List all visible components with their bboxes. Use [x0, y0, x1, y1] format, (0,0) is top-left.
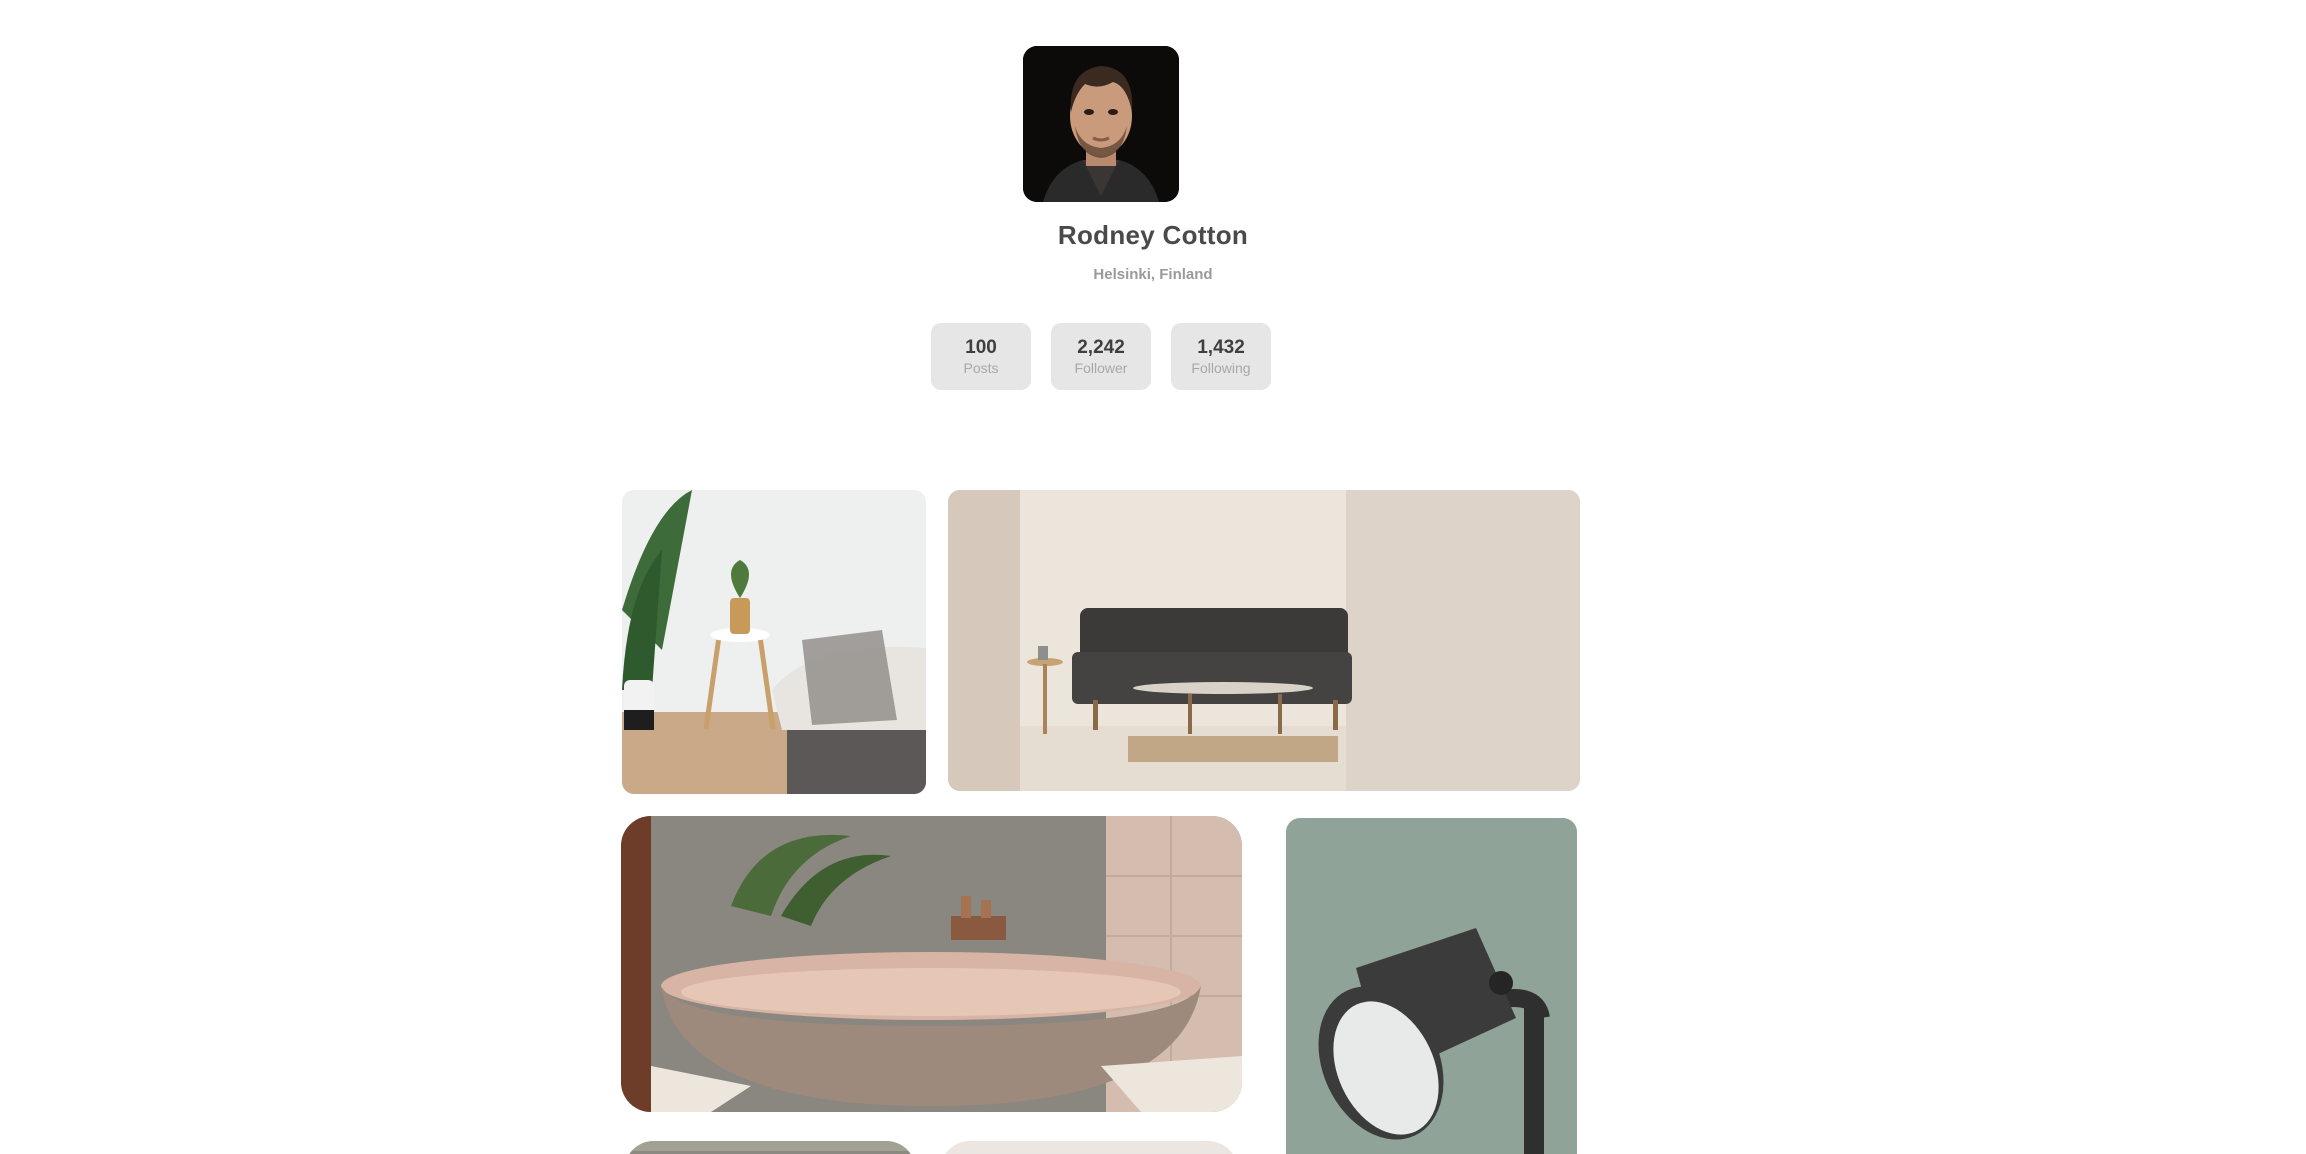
- portrait-photo-icon: [1023, 46, 1179, 202]
- bedroom-plant-photo-icon: [622, 490, 926, 794]
- stat-value: 2,242: [1077, 336, 1125, 358]
- profile-location: Helsinki, Finland: [1093, 266, 1213, 283]
- gallery-photo-interior[interactable]: [624, 1141, 916, 1154]
- stat-posts[interactable]: 100 Posts: [931, 323, 1031, 390]
- stat-label: Following: [1191, 359, 1251, 376]
- interior-photo-icon: [624, 1141, 916, 1154]
- gallery-photo-living-room[interactable]: [948, 490, 1580, 791]
- gallery-photo-lamp[interactable]: [1286, 818, 1577, 1154]
- stat-value: 1,432: [1197, 336, 1245, 358]
- stat-value: 100: [965, 336, 997, 358]
- living-room-sofa-photo-icon: [948, 490, 1580, 791]
- stat-following[interactable]: 1,432 Following: [1171, 323, 1271, 390]
- gallery-photo-interior[interactable]: [940, 1141, 1238, 1154]
- profile-stats: 100 Posts 2,242 Follower 1,432 Following: [931, 323, 1271, 390]
- gallery-photo-bedroom[interactable]: [622, 490, 926, 794]
- profile-name: Rodney Cotton: [1057, 220, 1249, 250]
- stat-label: Posts: [963, 359, 999, 376]
- avatar[interactable]: [1023, 46, 1179, 202]
- stat-label: Follower: [1074, 359, 1128, 376]
- interior-photo-icon: [940, 1141, 1238, 1154]
- gallery-photo-bathtub[interactable]: [621, 816, 1242, 1112]
- desk-lamp-photo-icon: [1286, 818, 1577, 1154]
- stat-followers[interactable]: 2,242 Follower: [1051, 323, 1151, 390]
- bathtub-photo-icon: [621, 816, 1242, 1112]
